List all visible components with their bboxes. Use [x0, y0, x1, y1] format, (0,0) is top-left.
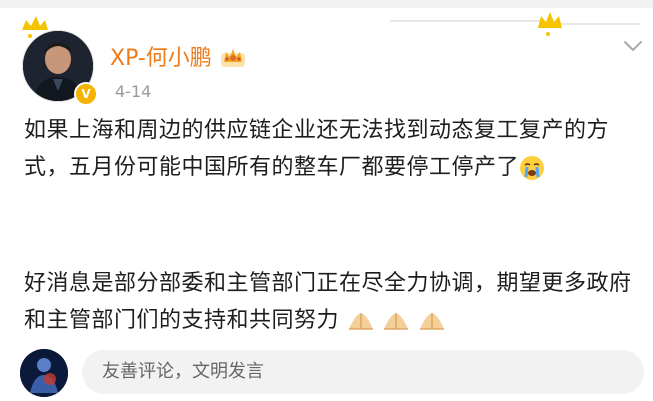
crown-decoration-right — [538, 12, 562, 36]
post-date: 4-14 — [115, 82, 152, 101]
post-paragraph-1: 如果上海和周边的供应链企业还无法找到动态复工复产的方式，五月份可能中国所有的整车… — [24, 118, 610, 180]
chevron-down-icon[interactable] — [622, 38, 644, 54]
header-decoration — [22, 12, 640, 38]
praying-hands-emoji — [348, 313, 373, 330]
post-body: 如果上海和周边的供应链企业还无法找到动态复工复产的方式，五月份可能中国所有的整车… — [24, 112, 644, 186]
username-row: XP-何小鹏 — [110, 40, 246, 72]
verified-badge-icon: V — [74, 82, 98, 106]
crying-face-emoji — [520, 156, 545, 180]
commenter-avatar[interactable] — [20, 349, 68, 397]
comment-input[interactable]: 友善评论，文明发言 — [82, 350, 644, 394]
post-paragraph-2: 好消息是部分部委和主管部门正在尽全力协调，期望更多政府和主管部门们的支持和共同努… — [24, 271, 632, 333]
praying-hands-emoji — [419, 313, 444, 330]
author-username[interactable]: XP-何小鹏 — [110, 40, 212, 72]
author-avatar-container[interactable]: V — [22, 30, 98, 106]
praying-hands-emoji — [384, 313, 409, 330]
crown-badge-icon — [220, 49, 245, 67]
top-divider — [0, 0, 653, 8]
commenter-avatar-image — [20, 349, 68, 397]
